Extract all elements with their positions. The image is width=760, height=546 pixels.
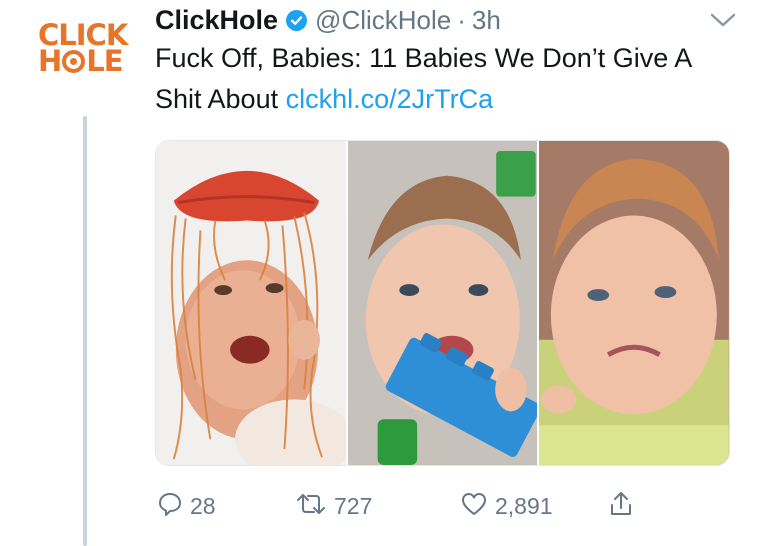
logo-ring-icon xyxy=(62,50,86,74)
separator-dot: · xyxy=(457,4,466,35)
retweet-count: 727 xyxy=(334,492,373,519)
reply-button[interactable]: 28 xyxy=(157,486,216,526)
retweet-icon xyxy=(295,491,327,522)
tweet-actions: 28 727 2,891 xyxy=(155,486,655,526)
tweet-link[interactable]: clckhl.co/2JrTrCa xyxy=(286,84,494,114)
verified-badge-icon xyxy=(286,9,308,31)
like-count: 2,891 xyxy=(495,492,553,519)
share-icon xyxy=(608,490,634,523)
timestamp[interactable]: 3h xyxy=(472,5,501,36)
tweet-text: Fuck Off, Babies: 11 Babies We Don’t Giv… xyxy=(155,38,725,120)
tweet-card: CLICK H LE ClickHole @ClickHole · 3h Fuck… xyxy=(0,0,760,546)
avatar[interactable]: CLICK H LE xyxy=(38,20,134,84)
tweet-header: ClickHole @ClickHole · 3h xyxy=(155,4,501,36)
avatar-logo-h: H xyxy=(38,44,62,79)
author-handle[interactable]: @ClickHole xyxy=(315,5,451,36)
author-name[interactable]: ClickHole xyxy=(155,5,278,36)
media-image-toy-block-baby[interactable] xyxy=(345,141,538,465)
retweet-button[interactable]: 727 xyxy=(295,486,372,526)
share-button[interactable] xyxy=(608,486,634,526)
thread-line xyxy=(83,116,87,546)
reply-count: 28 xyxy=(190,492,216,519)
avatar-logo-line2: H LE xyxy=(38,47,134,76)
heart-icon xyxy=(460,491,488,522)
like-button[interactable]: 2,891 xyxy=(460,486,553,526)
media-image-spaghetti-baby[interactable] xyxy=(156,141,346,465)
tweet-media[interactable] xyxy=(155,140,730,466)
reply-icon xyxy=(157,491,183,522)
media-image-crying-baby[interactable] xyxy=(537,141,729,465)
avatar-logo-le: LE xyxy=(86,44,123,79)
chevron-down-icon[interactable] xyxy=(708,10,738,30)
